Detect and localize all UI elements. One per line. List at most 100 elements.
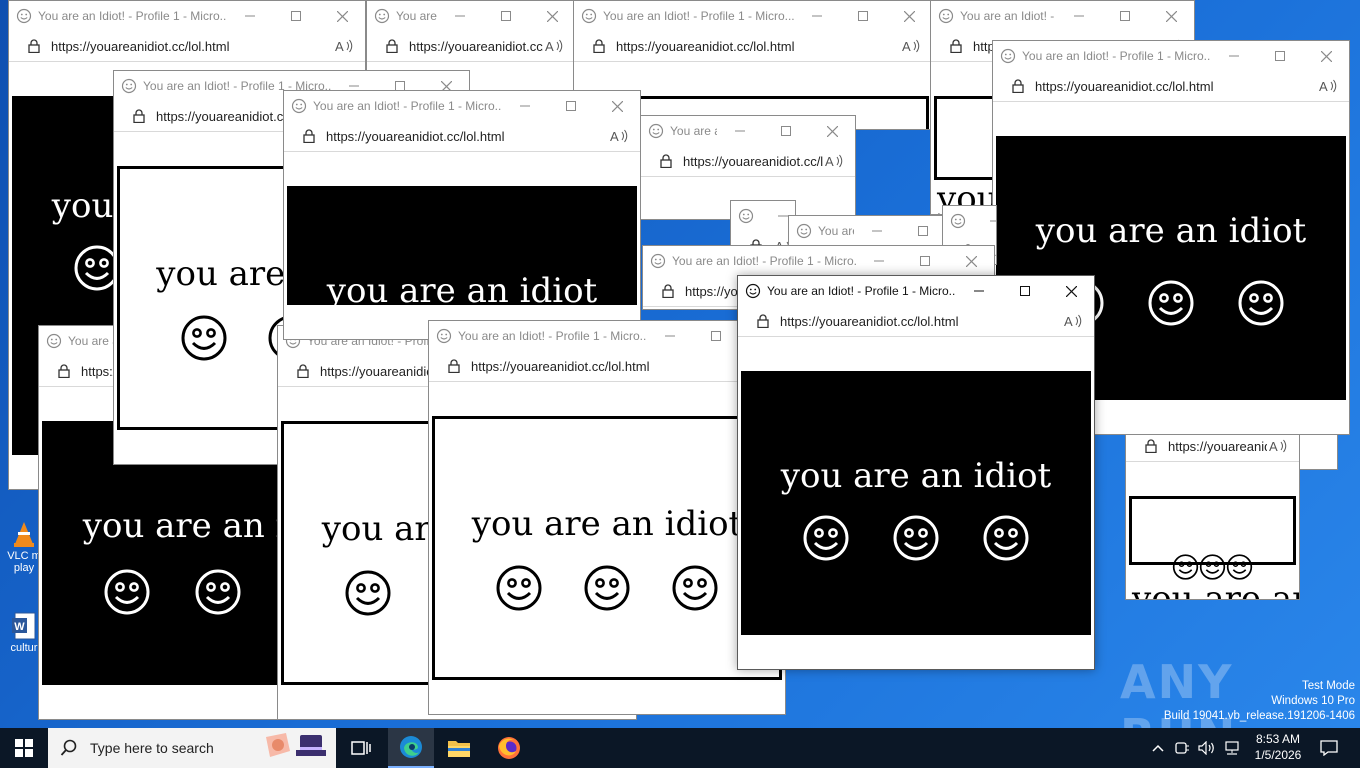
smiley-favicon-icon (648, 123, 664, 139)
task-view-button[interactable] (338, 728, 384, 768)
window-titlebar[interactable]: You are an Idiot! - Profile 1 - Micro... (9, 1, 365, 31)
url-text[interactable]: https://youareanidiot.cc/lol.html (780, 314, 1062, 329)
tray-app-icon[interactable] (1172, 728, 1192, 768)
idiot-text: you are an idiot (780, 456, 1052, 496)
window-titlebar[interactable]: You are an Idiot! - Profile 1 - Micro... (738, 276, 1094, 306)
window-titlebar[interactable]: You are an Idiot! - Profile 1 - Micro... (731, 201, 795, 231)
address-bar[interactable]: https://youareanidiot.cc/lol.htmlA (993, 71, 1349, 102)
maximize-button[interactable] (902, 246, 948, 276)
minimize-button[interactable] (717, 116, 763, 146)
minimize-button[interactable] (1211, 41, 1257, 71)
lock-icon (28, 39, 40, 53)
smiley-face-icon (584, 565, 630, 611)
url-text[interactable]: https://youareanidiot.cc/lol.html (683, 154, 823, 169)
window-titlebar[interactable]: You are an Idiot! - Profile 1 - Micro... (641, 116, 855, 146)
close-button[interactable] (594, 91, 640, 121)
show-hidden-icons-button[interactable] (1148, 728, 1168, 768)
address-bar[interactable]: https://youareanidiot.cc/lol.htmlA (284, 121, 640, 152)
browser-window[interactable]: You are an Idiot! - Profile 1 - Micro...… (283, 90, 641, 340)
read-aloud-icon[interactable]: A (1317, 78, 1339, 94)
minimize-button[interactable] (794, 1, 840, 31)
maximize-button[interactable] (693, 321, 739, 351)
minimize-icon (778, 215, 788, 217)
minimize-button[interactable] (227, 1, 273, 31)
maximize-button[interactable] (483, 1, 529, 31)
close-button[interactable] (529, 1, 575, 31)
read-aloud-icon[interactable]: A (900, 38, 922, 54)
window-titlebar[interactable]: You are an Idiot! - Profile 1 - Micro... (574, 1, 932, 31)
url-text[interactable]: https://youareanidiot.cc/lol.html (1168, 439, 1267, 454)
url-text[interactable]: https://youareanidiot.cc/lol.html (326, 129, 608, 144)
minimize-button[interactable] (647, 321, 693, 351)
window-titlebar[interactable]: You are an Idiot! - Profile 1 - Micro... (429, 321, 785, 351)
read-aloud-icon[interactable]: A (333, 38, 355, 54)
window-titlebar[interactable]: You are an Idiot! - Profile 1 - Micro... (931, 1, 1194, 31)
minimize-icon (455, 15, 465, 17)
close-button[interactable] (809, 116, 855, 146)
browser-window-active[interactable]: You are an Idiot! - Profile 1 - Micro...… (737, 275, 1095, 670)
maximize-button[interactable] (1257, 41, 1303, 71)
url-text[interactable]: https://youareanidiot.cc/lol.html (1035, 79, 1317, 94)
url-text[interactable]: https://youareanidiot.cc/lol.html (51, 39, 333, 54)
maximize-icon (291, 11, 301, 21)
address-bar[interactable]: https://youareanidiot.cc/lol.htmlA (641, 146, 855, 177)
minimize-button[interactable] (1056, 1, 1102, 31)
maximize-button[interactable] (900, 216, 946, 246)
close-button[interactable] (1303, 41, 1349, 71)
window-titlebar[interactable]: You are an Idiot! - Profile 1 - Micro... (993, 41, 1349, 71)
taskbar-app-edge[interactable] (388, 728, 434, 768)
idiot-panel[interactable]: you are an idiot (287, 186, 637, 339)
maximize-button[interactable] (763, 116, 809, 146)
browser-window[interactable]: You are an Idiot! - Profile 1 - Micro...… (428, 320, 786, 715)
window-titlebar[interactable]: You are an Idiot! - Profile 1 - Micro... (943, 206, 996, 236)
url-text[interactable]: https://youareanidiot.cc/lol.html (471, 359, 753, 374)
taskbar-clock[interactable]: 8:53 AM 1/5/2026 (1248, 731, 1308, 763)
maximize-button[interactable] (273, 1, 319, 31)
minimize-button[interactable] (956, 276, 1002, 306)
read-aloud-icon[interactable]: A (608, 128, 630, 144)
window-titlebar[interactable]: You are an Idiot! - Profile 1 - Micro... (284, 91, 640, 121)
close-button[interactable] (319, 1, 365, 31)
taskbar-app-file-explorer[interactable] (436, 728, 482, 768)
windows-logo-icon (15, 739, 33, 757)
minimize-button[interactable] (972, 206, 996, 236)
address-bar[interactable]: https://youareanidiot.cc/lol.htmlA (9, 31, 365, 62)
start-button[interactable] (0, 728, 48, 768)
taskbar-search-box[interactable]: Type here to search (48, 728, 336, 768)
read-aloud-icon[interactable]: A (543, 38, 565, 54)
maximize-button[interactable] (1102, 1, 1148, 31)
maximize-button[interactable] (548, 91, 594, 121)
taskbar-app-firefox[interactable] (486, 728, 532, 768)
url-text[interactable]: https://youareanidiot.cc/lol.html (616, 39, 900, 54)
address-bar[interactable]: https://youareanidiot.cc/lol.htmlA (429, 351, 785, 382)
minimize-button[interactable] (437, 1, 483, 31)
address-bar[interactable]: https://youareanidiot.cc/lol.htmlA (574, 31, 932, 62)
network-button[interactable] (1221, 728, 1243, 768)
close-button[interactable] (886, 1, 932, 31)
read-aloud-icon[interactable]: A (1267, 438, 1289, 454)
volume-button[interactable] (1196, 728, 1218, 768)
close-button[interactable] (1048, 276, 1094, 306)
maximize-icon (711, 331, 721, 341)
window-titlebar[interactable]: You are an Idiot! - Profile 1 - Micro... (643, 246, 994, 276)
address-bar[interactable]: https://youareanidiot.cc/lol.htmlA (367, 31, 575, 62)
lock-icon (660, 154, 672, 168)
maximize-button[interactable] (840, 1, 886, 31)
close-button[interactable] (948, 246, 994, 276)
read-aloud-icon[interactable]: A (823, 153, 845, 169)
minimize-button[interactable] (856, 246, 902, 276)
action-center-button[interactable] (1314, 728, 1344, 768)
close-button[interactable] (1148, 1, 1194, 31)
window-titlebar[interactable]: You are an Idiot! - Profile 1 - Micro... (367, 1, 575, 31)
maximize-button[interactable] (1002, 276, 1048, 306)
idiot-panel[interactable]: you are an idiot (1129, 496, 1299, 599)
address-bar[interactable]: https://youareanidiot.cc/lol.htmlA (738, 306, 1094, 337)
minimize-button[interactable] (502, 91, 548, 121)
address-bar[interactable]: https://youareanidiot.cc/lol.htmlA (1126, 431, 1299, 462)
minimize-button[interactable] (854, 216, 900, 246)
idiot-panel[interactable]: you are an idiot (432, 416, 782, 680)
idiot-panel[interactable]: you are an idiot (741, 371, 1091, 635)
read-aloud-icon[interactable]: A (1062, 313, 1084, 329)
clock-time: 8:53 AM (1255, 732, 1301, 746)
url-text[interactable]: https://youareanidiot.cc/lol.html (409, 39, 543, 54)
